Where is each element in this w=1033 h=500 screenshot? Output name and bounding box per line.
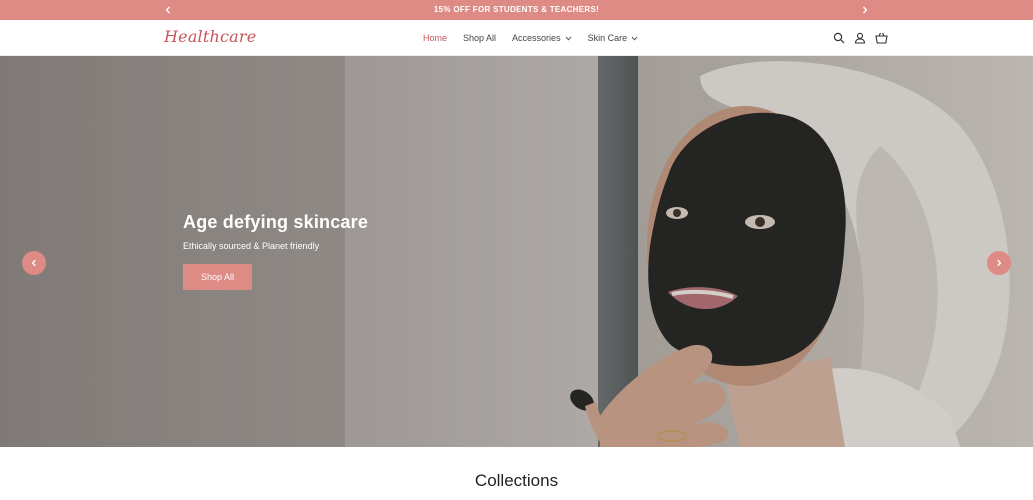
chevron-left-icon	[31, 259, 36, 267]
main-nav: Home Shop All Accessories Skin Care	[420, 20, 651, 56]
search-icon[interactable]	[832, 31, 846, 45]
hero-prev-button[interactable]	[22, 251, 46, 275]
site-header: Healthcare Home Shop All Accessories Ski…	[0, 20, 1033, 56]
collections-title: Collections	[474, 471, 559, 490]
chevron-down-icon	[631, 36, 638, 41]
nav-item-label: Shop All	[463, 33, 497, 43]
header-icons	[832, 20, 895, 56]
site-logo[interactable]: Healthcare	[164, 27, 256, 46]
nav-item-skin-care[interactable]: Skin Care	[585, 33, 642, 43]
chevron-right-icon	[863, 6, 868, 14]
hero-shop-all-button[interactable]: Shop All	[183, 264, 252, 290]
nav-item-label: Home	[423, 33, 448, 43]
nav-item-label: Skin Care	[587, 33, 628, 43]
announcement-next-button[interactable]	[857, 0, 873, 20]
hero-overlay	[0, 56, 1033, 447]
hero-banner: Age defying skincare Ethically sourced &…	[0, 56, 1033, 447]
hero-title: Age defying skincare	[183, 212, 369, 232]
nav-item-shop-all[interactable]: Shop All	[460, 33, 499, 43]
nav-item-home[interactable]: Home	[420, 33, 450, 43]
chevron-down-icon	[565, 36, 572, 41]
nav-item-label: Accessories	[512, 33, 561, 43]
chevron-right-icon	[997, 259, 1002, 267]
account-icon[interactable]	[853, 31, 867, 45]
cart-icon[interactable]	[874, 31, 888, 45]
hero-next-button[interactable]	[987, 251, 1011, 275]
nav-item-accessories[interactable]: Accessories	[509, 33, 575, 43]
collections-section: Collections	[0, 447, 1033, 500]
announcement-text: 15% OFF FOR STUDENTS & TEACHERS!	[433, 5, 600, 14]
hero-content: Age defying skincare Ethically sourced &…	[183, 212, 483, 290]
hero-subtitle: Ethically sourced & Planet friendly	[183, 241, 320, 251]
announcement-bar: 15% OFF FOR STUDENTS & TEACHERS!	[0, 0, 1033, 20]
